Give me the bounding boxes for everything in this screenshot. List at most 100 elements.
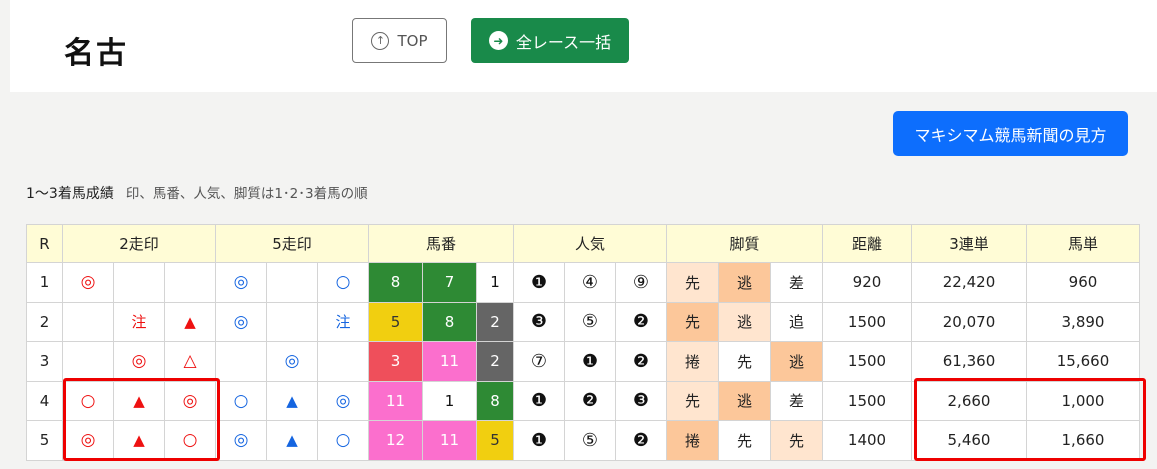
style-1: 先 — [666, 301, 719, 342]
ninki-2: ❶ — [564, 341, 616, 382]
kyori: 1500 — [822, 301, 912, 342]
umaban-3: 8 — [476, 380, 514, 421]
style-1: 先 — [666, 262, 719, 303]
umaban-2: 7 — [422, 262, 477, 303]
guide-button[interactable]: マキシマム競馬新聞の見方 — [893, 111, 1128, 156]
arrow-right-circle-icon: ➜ — [488, 31, 508, 50]
all-races-button[interactable]: ➜ 全レース一括 — [471, 18, 629, 63]
header-kyori: 距離 — [822, 224, 912, 263]
umaban-2: 11 — [422, 341, 477, 382]
sanrentan: 20,070 — [911, 301, 1027, 342]
umaban-1: 11 — [368, 380, 423, 421]
table-header-row: R 2走印 5走印 馬番 人気 脚質 距離 3連単 馬単 — [26, 224, 1140, 263]
ninki-3: ⑨ — [615, 262, 667, 303]
table-row: 3 ◎ △ ◎ 3 11 2 ⑦ ❶ ❷ 捲 先 逃 1500 61,360 1… — [26, 341, 1140, 382]
umaban-1: 5 — [368, 301, 423, 342]
kyori: 920 — [822, 262, 912, 303]
style-3: 先 — [770, 420, 823, 461]
style-1: 先 — [666, 380, 719, 421]
results-note-title: 1〜3着馬成績 — [26, 186, 114, 202]
mark5-3: ○ — [317, 420, 369, 461]
mark2-3: ▲ — [164, 301, 216, 342]
mark2-2: ◎ — [113, 341, 165, 382]
mark5-2: ▲ — [266, 380, 318, 421]
mark5-1: ○ — [215, 380, 267, 421]
all-races-button-label: 全レース一括 — [515, 32, 612, 52]
ninki-1: ❸ — [513, 301, 565, 342]
mark5-1: ◎ — [215, 262, 267, 303]
sanrentan: 61,360 — [911, 341, 1027, 382]
mark2-3: ◎ — [164, 380, 216, 421]
ninki-1: ❶ — [513, 420, 565, 461]
header-kyakushitsu: 脚質 — [666, 224, 823, 263]
style-3: 差 — [770, 380, 823, 421]
ninki-1: ❶ — [513, 380, 565, 421]
header-mark2: 2走印 — [62, 224, 216, 263]
sanrentan: 2,660 — [911, 380, 1027, 421]
umatan: 3,890 — [1026, 301, 1140, 342]
kyori: 1500 — [822, 380, 912, 421]
header-umaban: 馬番 — [368, 224, 514, 263]
mark5-1 — [215, 341, 267, 382]
style-2: 先 — [718, 420, 771, 461]
mark2-1: ○ — [62, 380, 114, 421]
umatan: 1,000 — [1026, 380, 1140, 421]
table-row: 4 ○ ▲ ◎ ○ ▲ ◎ 11 1 8 ❶ ❷ ❸ 先 逃 差 1500 2,… — [26, 380, 1140, 421]
mark5-3: ○ — [317, 262, 369, 303]
mark5-3: 注 — [317, 301, 369, 342]
style-3: 逃 — [770, 341, 823, 382]
style-2: 逃 — [718, 262, 771, 303]
mark2-2 — [113, 262, 165, 303]
ninki-3: ❷ — [615, 341, 667, 382]
header-mark5: 5走印 — [215, 224, 369, 263]
mark5-2: ◎ — [266, 341, 318, 382]
mark2-3: ○ — [164, 420, 216, 461]
table-row: 1 ◎ ◎ ○ 8 7 1 ❶ ④ ⑨ 先 逃 差 920 22,420 960 — [26, 262, 1140, 303]
race-number: 5 — [26, 420, 63, 461]
umaban-3: 2 — [476, 341, 514, 382]
ninki-3: ❸ — [615, 380, 667, 421]
umaban-1: 3 — [368, 341, 423, 382]
mark2-1 — [62, 301, 114, 342]
header-r: R — [26, 224, 63, 263]
sanrentan: 22,420 — [911, 262, 1027, 303]
kyori: 1500 — [822, 341, 912, 382]
mark5-1: ◎ — [215, 420, 267, 461]
style-3: 差 — [770, 262, 823, 303]
style-2: 逃 — [718, 301, 771, 342]
top-button-label: TOP — [397, 31, 428, 50]
ninki-1: ⑦ — [513, 341, 565, 382]
results-note: 1〜3着馬成績 印、馬番、人気、脚質は1･2･3着馬の順 — [26, 182, 368, 203]
kyori: 1400 — [822, 420, 912, 461]
mark2-2: ▲ — [113, 420, 165, 461]
mark5-2: ▲ — [266, 420, 318, 461]
style-1: 捲 — [666, 420, 719, 461]
header-umatan: 馬単 — [1026, 224, 1140, 263]
mark2-1: ◎ — [62, 262, 114, 303]
ninki-1: ❶ — [513, 262, 565, 303]
style-2: 逃 — [718, 380, 771, 421]
race-number: 3 — [26, 341, 63, 382]
mark5-3 — [317, 341, 369, 382]
style-1: 捲 — [666, 341, 719, 382]
umaban-2: 1 — [422, 380, 477, 421]
table-row: 2 注 ▲ ◎ 注 5 8 2 ❸ ⑤ ❷ 先 逃 追 1500 20,070 … — [26, 301, 1140, 342]
umatan: 960 — [1026, 262, 1140, 303]
race-number: 4 — [26, 380, 63, 421]
ninki-2: ❷ — [564, 380, 616, 421]
style-2: 先 — [718, 341, 771, 382]
mark2-3: △ — [164, 341, 216, 382]
race-number: 1 — [26, 262, 63, 303]
header-bar: 名古 ↑ TOP ➜ 全レース一括 — [10, 0, 1157, 92]
mark5-1: ◎ — [215, 301, 267, 342]
mark2-2: 注 — [113, 301, 165, 342]
ninki-3: ❷ — [615, 301, 667, 342]
mark2-1: ◎ — [62, 420, 114, 461]
umaban-3: 5 — [476, 420, 514, 461]
umatan: 1,660 — [1026, 420, 1140, 461]
umaban-3: 1 — [476, 262, 514, 303]
arrow-up-circle-icon: ↑ — [371, 31, 390, 50]
results-note-subtitle: 印、馬番、人気、脚質は1･2･3着馬の順 — [125, 186, 368, 202]
ninki-3: ❷ — [615, 420, 667, 461]
top-button[interactable]: ↑ TOP — [352, 18, 447, 63]
